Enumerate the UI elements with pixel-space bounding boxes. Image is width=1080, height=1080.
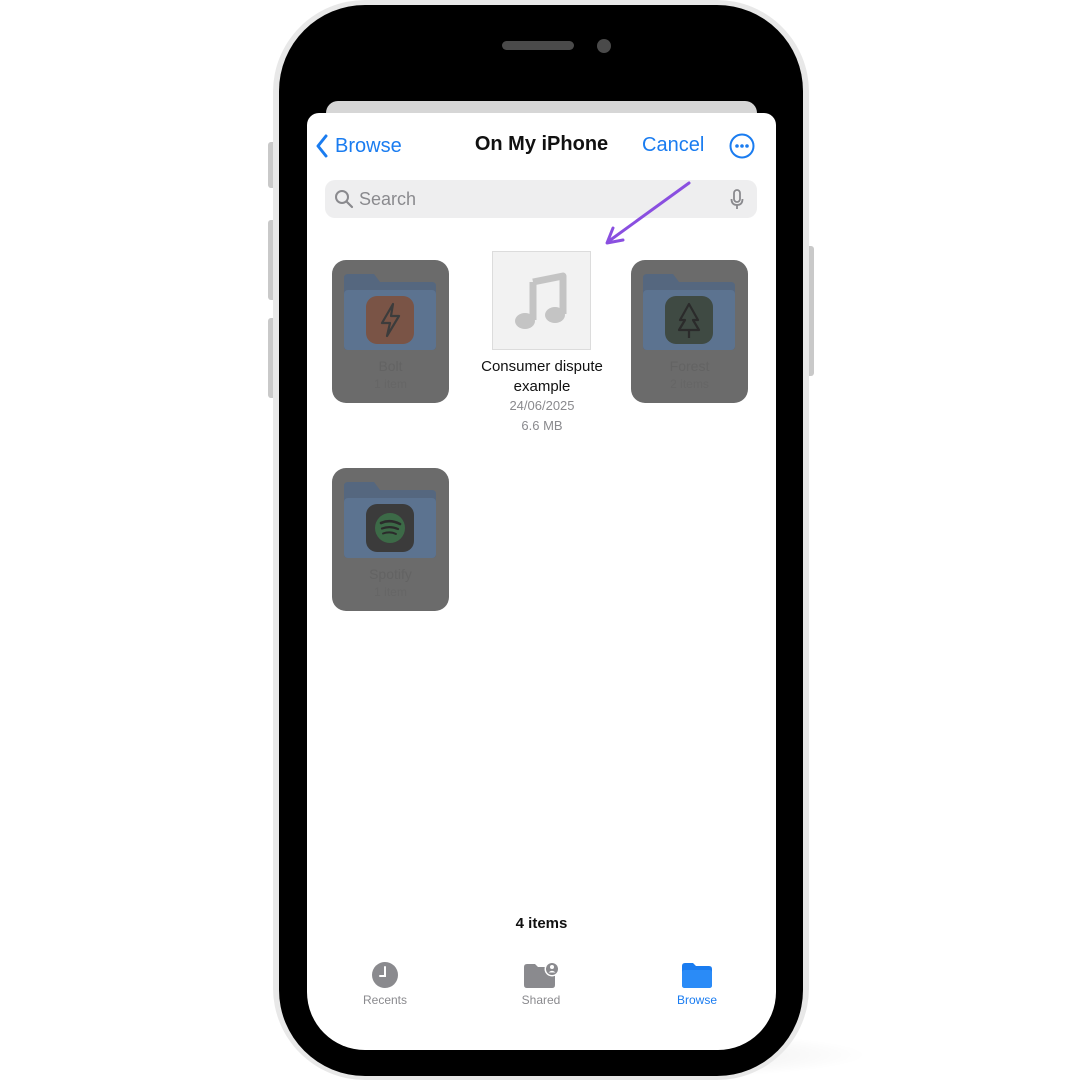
folder-icon <box>682 963 712 988</box>
phone-screen: Browse On My iPhone Cancel Search Bolt 1… <box>307 32 776 1050</box>
file-size: 6.6 MB <box>521 418 563 433</box>
folder-bolt[interactable]: Bolt 1 item <box>332 260 449 403</box>
tab-shared[interactable]: Shared <box>496 961 586 1007</box>
back-button-label: Browse <box>335 134 402 157</box>
tab-bar: Recents Shared Browse <box>307 961 776 1021</box>
search-icon <box>335 190 354 209</box>
file-thumbnail <box>492 251 591 350</box>
ellipsis-circle-icon <box>729 133 755 159</box>
tab-label: Browse <box>676 993 717 1007</box>
file-date: 24/06/2025 <box>509 398 575 413</box>
folder-meta: 1 item <box>374 585 407 599</box>
files-sheet: Browse On My iPhone Cancel Search Bolt 1… <box>307 113 776 1050</box>
search-bar <box>325 180 757 218</box>
tab-browse[interactable]: Browse <box>652 961 742 1007</box>
folder-forest[interactable]: Forest 2 items <box>631 260 748 403</box>
lightning-icon <box>380 302 401 338</box>
shared-folder-icon <box>524 961 560 988</box>
file-name: Consumer dispute example <box>481 358 603 395</box>
tab-label: Shared <box>521 993 561 1007</box>
tree-icon <box>677 302 701 338</box>
music-note-icon <box>515 272 567 329</box>
clock-icon <box>372 962 398 988</box>
folder-name: Bolt <box>378 358 403 374</box>
bolt-app-icon <box>366 296 414 344</box>
chevron-left-icon <box>316 134 328 158</box>
spotify-logo-icon <box>375 513 405 543</box>
forest-app-icon <box>665 296 713 344</box>
microphone-icon[interactable] <box>730 189 744 211</box>
tab-label: Recents <box>362 993 408 1007</box>
folder-spotify[interactable]: Spotify 1 item <box>332 468 449 611</box>
front-camera <box>597 39 611 53</box>
folder-meta: 2 items <box>670 377 709 391</box>
back-button[interactable]: Browse <box>315 133 402 159</box>
cancel-button[interactable]: Cancel <box>642 134 704 157</box>
folder-meta: 1 item <box>374 377 407 391</box>
items-count: 4 items <box>515 915 568 932</box>
more-button[interactable] <box>729 133 755 164</box>
spotify-app-icon <box>366 504 414 552</box>
search-input[interactable] <box>359 180 719 218</box>
speaker-grille <box>502 41 574 50</box>
stage: Browse On My iPhone Cancel Search Bolt 1… <box>0 0 1080 1080</box>
folder-name: Forest <box>669 358 710 374</box>
tab-recents[interactable]: Recents <box>340 961 430 1007</box>
folder-name: Spotify <box>369 566 412 582</box>
